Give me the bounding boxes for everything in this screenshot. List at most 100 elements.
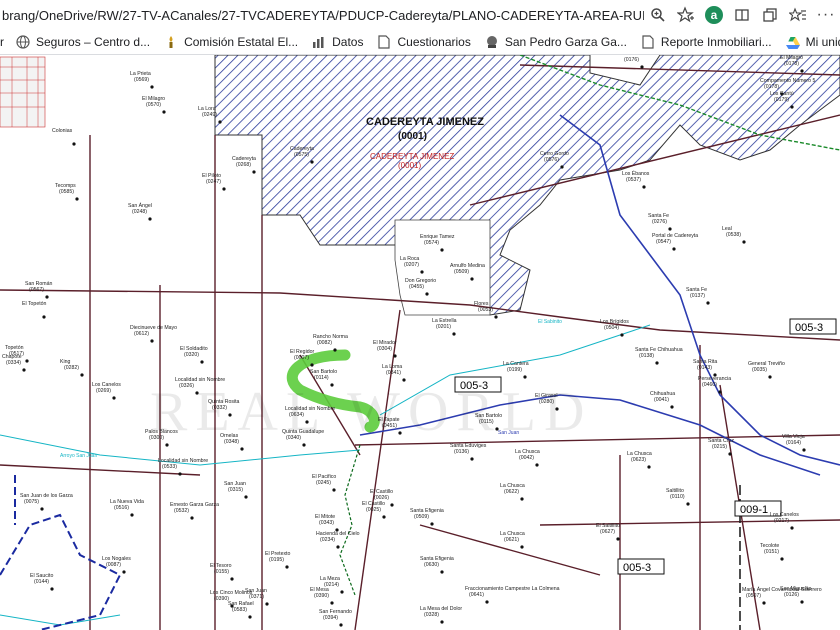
place-code: (0042) xyxy=(519,455,534,461)
place-code: (0630) xyxy=(424,562,439,568)
svg-text:005-3: 005-3 xyxy=(795,322,823,334)
favorites-bar-icon[interactable] xyxy=(787,4,809,26)
place-code: (0155) xyxy=(214,569,229,575)
place-code: (0217) xyxy=(774,518,789,524)
place-dot xyxy=(706,301,710,305)
place-code: (0533) xyxy=(162,464,177,470)
bookmark-item[interactable]: Mi unidad - Google... xyxy=(785,35,840,49)
place-code: (0215) xyxy=(712,444,727,450)
url-field[interactable]: brang/OneDrive/RW/27-TV-ACanales/27-TVCA… xyxy=(0,8,644,23)
place-code: (0144) xyxy=(34,579,49,585)
collections-icon[interactable] xyxy=(759,4,781,26)
place-code: (0136) xyxy=(454,449,469,455)
place-code: (0332) xyxy=(212,405,227,411)
place-code: (0532) xyxy=(174,508,189,514)
favorite-star-icon[interactable] xyxy=(675,4,697,26)
place-dot xyxy=(762,601,766,605)
place-code: (0328) xyxy=(424,612,439,618)
place-dot xyxy=(672,247,676,251)
place-dot xyxy=(802,448,806,452)
place-dot xyxy=(655,361,659,365)
place-dot xyxy=(494,315,498,319)
place-code: (0509) xyxy=(454,269,469,275)
city-area-polygon xyxy=(214,55,840,316)
place-code: (0390) xyxy=(214,596,229,602)
place-code: (0110) xyxy=(670,494,685,500)
place-dot xyxy=(305,420,309,424)
place-marker: Rancho Norma(0082) xyxy=(313,334,348,352)
split-screen-icon[interactable] xyxy=(731,4,753,26)
place-marker: Diecinueve de Mayo(0612) xyxy=(130,325,177,343)
place-code: (0207) xyxy=(404,262,419,268)
place-dot xyxy=(112,396,116,400)
place-code: (0567) xyxy=(29,287,44,293)
place-marker: La Estrella(0201) xyxy=(432,318,457,336)
more-menu-icon[interactable]: ··· xyxy=(815,4,837,26)
place-dot xyxy=(616,537,620,541)
bookmark-label: Mi unidad - Google... xyxy=(805,35,840,49)
place-code: (0320) xyxy=(184,352,199,358)
place-dot xyxy=(642,185,646,189)
place-dot xyxy=(640,65,644,69)
river-label: Arroyo San Juan xyxy=(60,453,97,459)
place-code: (0276) xyxy=(652,219,667,225)
place-marker: Santa Eduviges(0136) xyxy=(450,443,487,461)
zoom-icon[interactable] xyxy=(647,4,669,26)
place-dot xyxy=(339,623,343,627)
place-dot xyxy=(150,339,154,343)
place-code: (0025) xyxy=(366,507,381,513)
place-marker: Los Nogales(0087) xyxy=(102,556,131,574)
place-code: (0538) xyxy=(726,232,741,238)
bookmark-item[interactable]: Datos xyxy=(312,35,363,49)
place-marker: Saltillito(0110) xyxy=(666,488,690,506)
place-dot xyxy=(150,85,154,89)
bookmark-item[interactable]: r xyxy=(0,35,4,49)
place-dot xyxy=(265,602,269,606)
place-dot xyxy=(728,452,732,456)
place-code: (0268) xyxy=(236,162,251,168)
place-code: (0341) xyxy=(386,370,401,376)
place-marker: Chihuahua(0041) xyxy=(650,391,675,409)
place-code: (0547) xyxy=(656,239,671,245)
place-marker: María Ángel Covarrubias Guerrero(0507) xyxy=(742,586,822,605)
place-marker: La Prieta(0569) xyxy=(130,71,154,89)
bookmark-label: Seguros – Centro d... xyxy=(36,35,151,49)
place-marker: Fraccionamiento Campestre La Colmena(064… xyxy=(465,586,560,604)
place-marker: La Mesa del Dolor(0328) xyxy=(420,606,462,624)
river-label: San Juan xyxy=(498,430,519,436)
bookmark-item[interactable]: San Pedro Garza Ga... xyxy=(485,35,627,49)
place-dot xyxy=(332,488,336,492)
place-code: (0570) xyxy=(146,102,161,108)
place-code: (0115) xyxy=(479,419,494,425)
place-code: (0041) xyxy=(654,397,669,403)
place-marker: La Loma(0341) xyxy=(382,364,406,382)
place-dot xyxy=(285,565,289,569)
place-dot xyxy=(520,545,524,549)
place-marker: Colonias xyxy=(52,128,76,146)
bookmark-item[interactable]: Seguros – Centro d... xyxy=(16,35,150,49)
place-dot xyxy=(148,217,152,221)
place-code: (0641) xyxy=(469,592,484,598)
place-code: (0249) xyxy=(202,112,217,118)
candle-icon xyxy=(164,35,178,49)
place-code: (0234) xyxy=(320,537,335,543)
place-code: (0622) xyxy=(504,489,519,495)
place-marker: San Rafael(0583) xyxy=(228,601,254,619)
place-code: (0269) xyxy=(96,388,111,394)
place-dot xyxy=(523,375,527,379)
place-marker: Tecomps(0585) xyxy=(55,183,79,201)
place-code: (0178) xyxy=(764,84,779,90)
bookmark-item[interactable]: Reporte Inmobiliari... xyxy=(641,35,772,49)
address-bar[interactable]: brang/OneDrive/RW/27-TV-ACanales/27-TVCA… xyxy=(0,0,840,30)
place-marker: El Piloto(0247) xyxy=(202,173,226,191)
bookmark-item[interactable]: Comisión Estatal El... xyxy=(164,35,298,49)
place-dot xyxy=(790,526,794,530)
place-dot xyxy=(330,383,334,387)
pdf-map-viewer[interactable]: REAL WORLD CADEREYTA JIMENEZ (0001) CADE… xyxy=(0,55,840,630)
place-dot xyxy=(686,502,690,506)
profile-extension-icon[interactable]: a xyxy=(703,4,725,26)
bookmark-item[interactable]: Cuestionarios xyxy=(377,35,471,49)
place-code: (0574) xyxy=(424,240,439,246)
place-marker: La Nueva Vida(0516) xyxy=(110,499,144,517)
place-marker: La Chusca(0621) xyxy=(500,531,525,549)
